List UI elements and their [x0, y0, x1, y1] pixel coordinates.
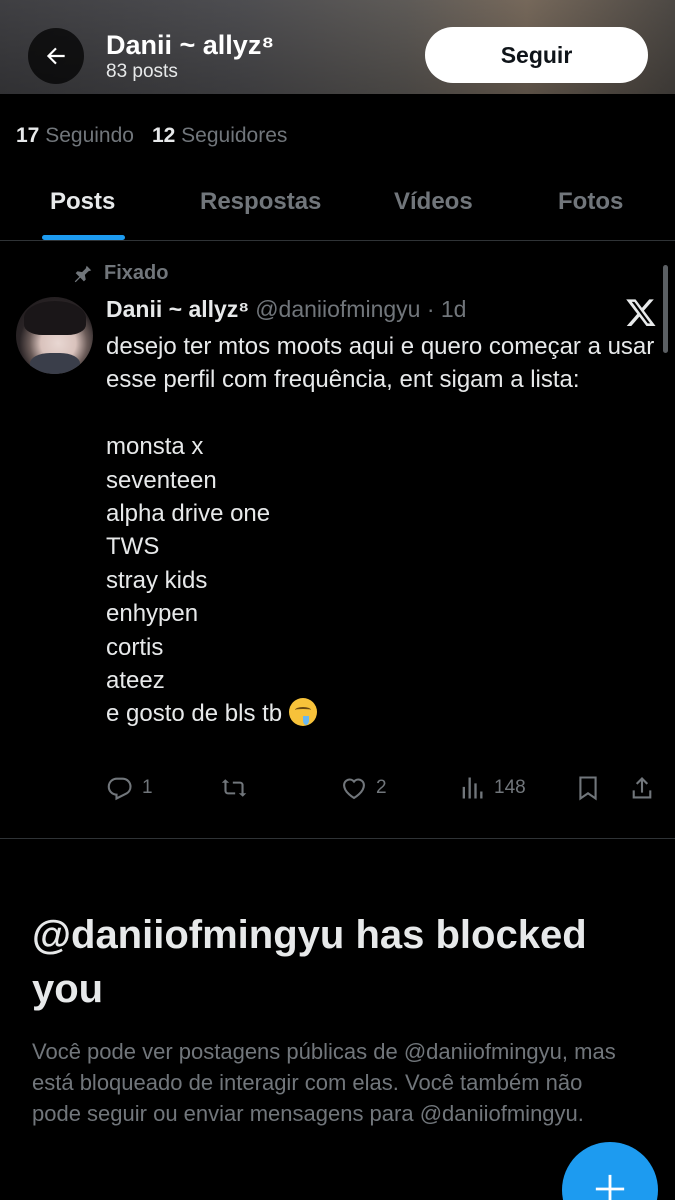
compose-button[interactable] [562, 1142, 658, 1200]
follow-stats: 17 Seguindo 12 Seguidores [16, 124, 287, 148]
profile-tabs: Posts Respostas Vídeos Fotos [0, 170, 675, 241]
profile-header: Danii ~ allyz⁸ 83 posts Seguir [0, 0, 675, 94]
tweet-author-name[interactable]: Danii ~ allyz⁸ [106, 296, 249, 322]
blocked-message: Você pode ver postagens públicas de @dan… [32, 1039, 616, 1126]
scrollbar[interactable] [663, 265, 668, 353]
views-count: 148 [494, 777, 526, 798]
repost-icon [221, 779, 247, 797]
back-button[interactable] [28, 28, 84, 84]
plus-icon [595, 1174, 625, 1200]
drooling-face-emoji-icon [288, 698, 317, 727]
section-divider [0, 838, 675, 839]
tab-videos[interactable]: Vídeos [394, 188, 473, 216]
heart-icon [343, 778, 365, 800]
tweet-text: desejo ter mtos moots aqui e quero começ… [106, 330, 661, 731]
tweet-header: Danii ~ allyz⁸ @daniiofmingyu · 1d [106, 296, 466, 323]
views-button[interactable]: 148 [458, 774, 526, 802]
analytics-icon [462, 777, 483, 799]
reply-icon [107, 777, 132, 801]
bookmark-button[interactable] [574, 774, 602, 802]
header-posts-count: 83 posts [106, 61, 178, 82]
x-logo-icon [626, 299, 656, 326]
share-button[interactable] [628, 774, 656, 802]
arrow-left-icon [46, 47, 65, 65]
tweet-handle-time: @daniiofmingyu · 1d [255, 296, 467, 322]
bookmark-icon [579, 776, 597, 801]
followers-link[interactable]: 12 Seguidores [152, 124, 287, 148]
tab-fotos[interactable]: Fotos [558, 188, 623, 216]
tweet-actions: 1 2 148 [106, 774, 658, 808]
follow-button[interactable]: Seguir [425, 27, 648, 83]
avatar[interactable] [16, 297, 93, 374]
pinned-label: Fixado [104, 262, 169, 284]
header-display-name: Danii ~ allyz⁸ [106, 30, 275, 60]
reply-button[interactable]: 1 [106, 774, 153, 802]
active-tab-indicator [42, 235, 125, 240]
pin-icon [74, 265, 92, 282]
repost-button[interactable] [220, 774, 256, 802]
tab-respostas[interactable]: Respostas [200, 188, 321, 216]
like-count: 2 [376, 777, 387, 798]
like-button[interactable]: 2 [340, 774, 387, 802]
blocked-title: @daniiofmingyu has blocked you [32, 913, 587, 1011]
pinned-indicator: Fixado [72, 262, 168, 285]
share-icon [632, 777, 652, 799]
following-link[interactable]: 17 Seguindo [16, 124, 134, 148]
reply-count: 1 [142, 777, 153, 798]
tweet-body: desejo ter mtos moots aqui e quero começ… [106, 333, 655, 728]
tab-posts[interactable]: Posts [50, 188, 115, 216]
